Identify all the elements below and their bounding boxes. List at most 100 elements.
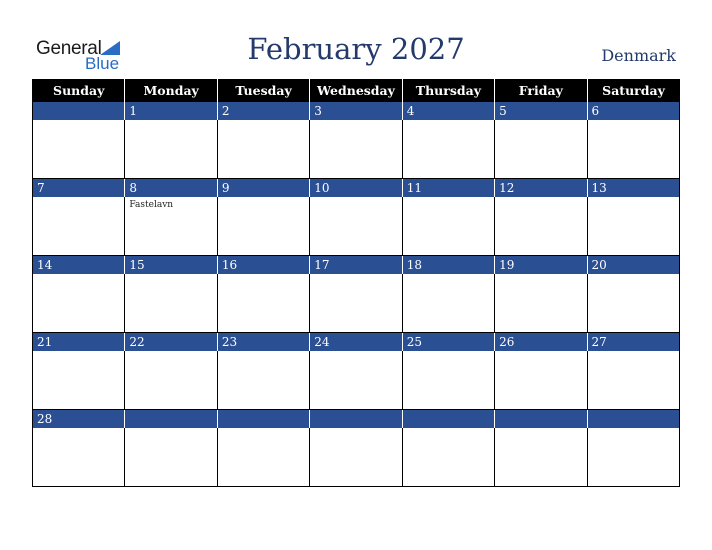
day-cell[interactable]: 16 — [216, 255, 311, 333]
day-cell[interactable]: 4 — [401, 101, 496, 179]
day-cell[interactable] — [124, 409, 218, 487]
holiday-event — [33, 351, 124, 354]
day-number: 18 — [401, 256, 495, 274]
day-cell[interactable]: 22 — [124, 332, 218, 410]
day-number: 20 — [586, 256, 679, 274]
holiday-event — [495, 428, 586, 431]
day-number: 8 — [124, 179, 217, 197]
weekday-header-row: Sunday Monday Tuesday Wednesday Thursday… — [31, 79, 680, 102]
holiday-event — [125, 274, 216, 277]
holiday-event — [218, 274, 309, 277]
day-cell[interactable] — [401, 409, 496, 487]
holiday-event — [495, 120, 586, 123]
weekday-header: Friday — [494, 79, 588, 102]
day-cell[interactable]: 25 — [401, 332, 496, 410]
day-cell[interactable]: 8 Fastelavn — [124, 178, 218, 256]
holiday-event — [125, 120, 216, 123]
holiday-event — [588, 120, 679, 123]
day-cell[interactable]: 24 — [309, 332, 403, 410]
day-cell[interactable]: 1 — [124, 101, 218, 179]
day-cell[interactable]: 19 — [494, 255, 588, 333]
holiday-event — [310, 120, 401, 123]
day-cell[interactable]: 21 — [31, 332, 126, 410]
day-cell[interactable]: 15 — [124, 255, 218, 333]
weekday-header: Thursday — [401, 79, 495, 102]
day-number — [216, 410, 310, 428]
weekday-header: Sunday — [31, 79, 125, 102]
day-number: 5 — [494, 102, 587, 120]
week-row: 28 — [31, 409, 681, 487]
day-number: 11 — [401, 179, 495, 197]
day-number: 9 — [216, 179, 310, 197]
day-number: 12 — [494, 179, 587, 197]
day-number: 19 — [494, 256, 587, 274]
day-cell[interactable]: 27 — [586, 332, 681, 410]
day-cell[interactable] — [586, 409, 681, 487]
day-number: 1 — [124, 102, 217, 120]
day-number: 17 — [309, 256, 402, 274]
weekday-header: Monday — [124, 79, 218, 102]
day-number: 7 — [33, 179, 125, 197]
weekday-header: Wednesday — [309, 79, 403, 102]
holiday-event — [218, 197, 309, 200]
calendar-grid: Sunday Monday Tuesday Wednesday Thursday… — [31, 79, 681, 487]
day-number: 24 — [309, 333, 402, 351]
day-number: 2 — [216, 102, 310, 120]
holiday-event — [33, 428, 124, 431]
day-cell[interactable]: 11 — [401, 178, 496, 256]
day-cell[interactable]: 14 — [31, 255, 126, 333]
day-cell[interactable] — [216, 409, 311, 487]
holiday-event — [218, 120, 309, 123]
day-cell[interactable]: 7 — [31, 178, 126, 256]
day-cell[interactable]: 23 — [216, 332, 311, 410]
day-cell[interactable]: 6 — [586, 101, 681, 179]
day-cell[interactable]: 5 — [494, 101, 588, 179]
holiday-event — [218, 351, 309, 354]
holiday-event — [125, 428, 216, 431]
holiday-event — [403, 428, 494, 431]
day-cell[interactable] — [309, 409, 403, 487]
holiday-event — [33, 197, 124, 200]
day-cell[interactable]: 26 — [494, 332, 588, 410]
week-row: 21 22 23 24 25 26 27 — [31, 332, 681, 410]
day-cell[interactable]: 28 — [31, 409, 126, 487]
day-number: 15 — [124, 256, 217, 274]
day-cell[interactable] — [494, 409, 588, 487]
day-number — [124, 410, 217, 428]
holiday-event — [33, 120, 124, 123]
day-cell[interactable]: 20 — [586, 255, 681, 333]
day-number: 13 — [586, 179, 679, 197]
holiday-event — [495, 351, 586, 354]
holiday-event — [588, 351, 679, 354]
holiday-event: Fastelavn — [129, 200, 174, 210]
day-number: 3 — [309, 102, 402, 120]
day-number: 4 — [401, 102, 495, 120]
holiday-event — [588, 274, 679, 277]
holiday-event — [310, 197, 401, 200]
weekday-header: Tuesday — [216, 79, 310, 102]
day-number: 23 — [216, 333, 310, 351]
holiday-event — [403, 120, 494, 123]
holiday-event — [403, 274, 494, 277]
day-number — [309, 410, 402, 428]
day-cell[interactable]: 10 — [309, 178, 403, 256]
holiday-event — [403, 351, 494, 354]
day-number: 25 — [401, 333, 495, 351]
day-number: 27 — [586, 333, 679, 351]
day-number: 22 — [124, 333, 217, 351]
day-number — [494, 410, 587, 428]
holiday-event — [588, 428, 679, 431]
day-number: 28 — [33, 410, 125, 428]
day-cell[interactable]: 18 — [401, 255, 496, 333]
holiday-event — [125, 351, 216, 354]
week-row: 123456 — [31, 101, 681, 179]
day-cell[interactable]: 2 — [216, 101, 311, 179]
day-cell[interactable]: 3 — [309, 101, 403, 179]
day-cell[interactable]: 12 — [494, 178, 588, 256]
day-cell[interactable]: 9 — [216, 178, 311, 256]
day-number — [586, 410, 679, 428]
day-cell[interactable] — [31, 101, 126, 179]
day-cell[interactable]: 17 — [309, 255, 403, 333]
day-cell[interactable]: 13 — [586, 178, 681, 256]
holiday-event — [310, 428, 401, 431]
